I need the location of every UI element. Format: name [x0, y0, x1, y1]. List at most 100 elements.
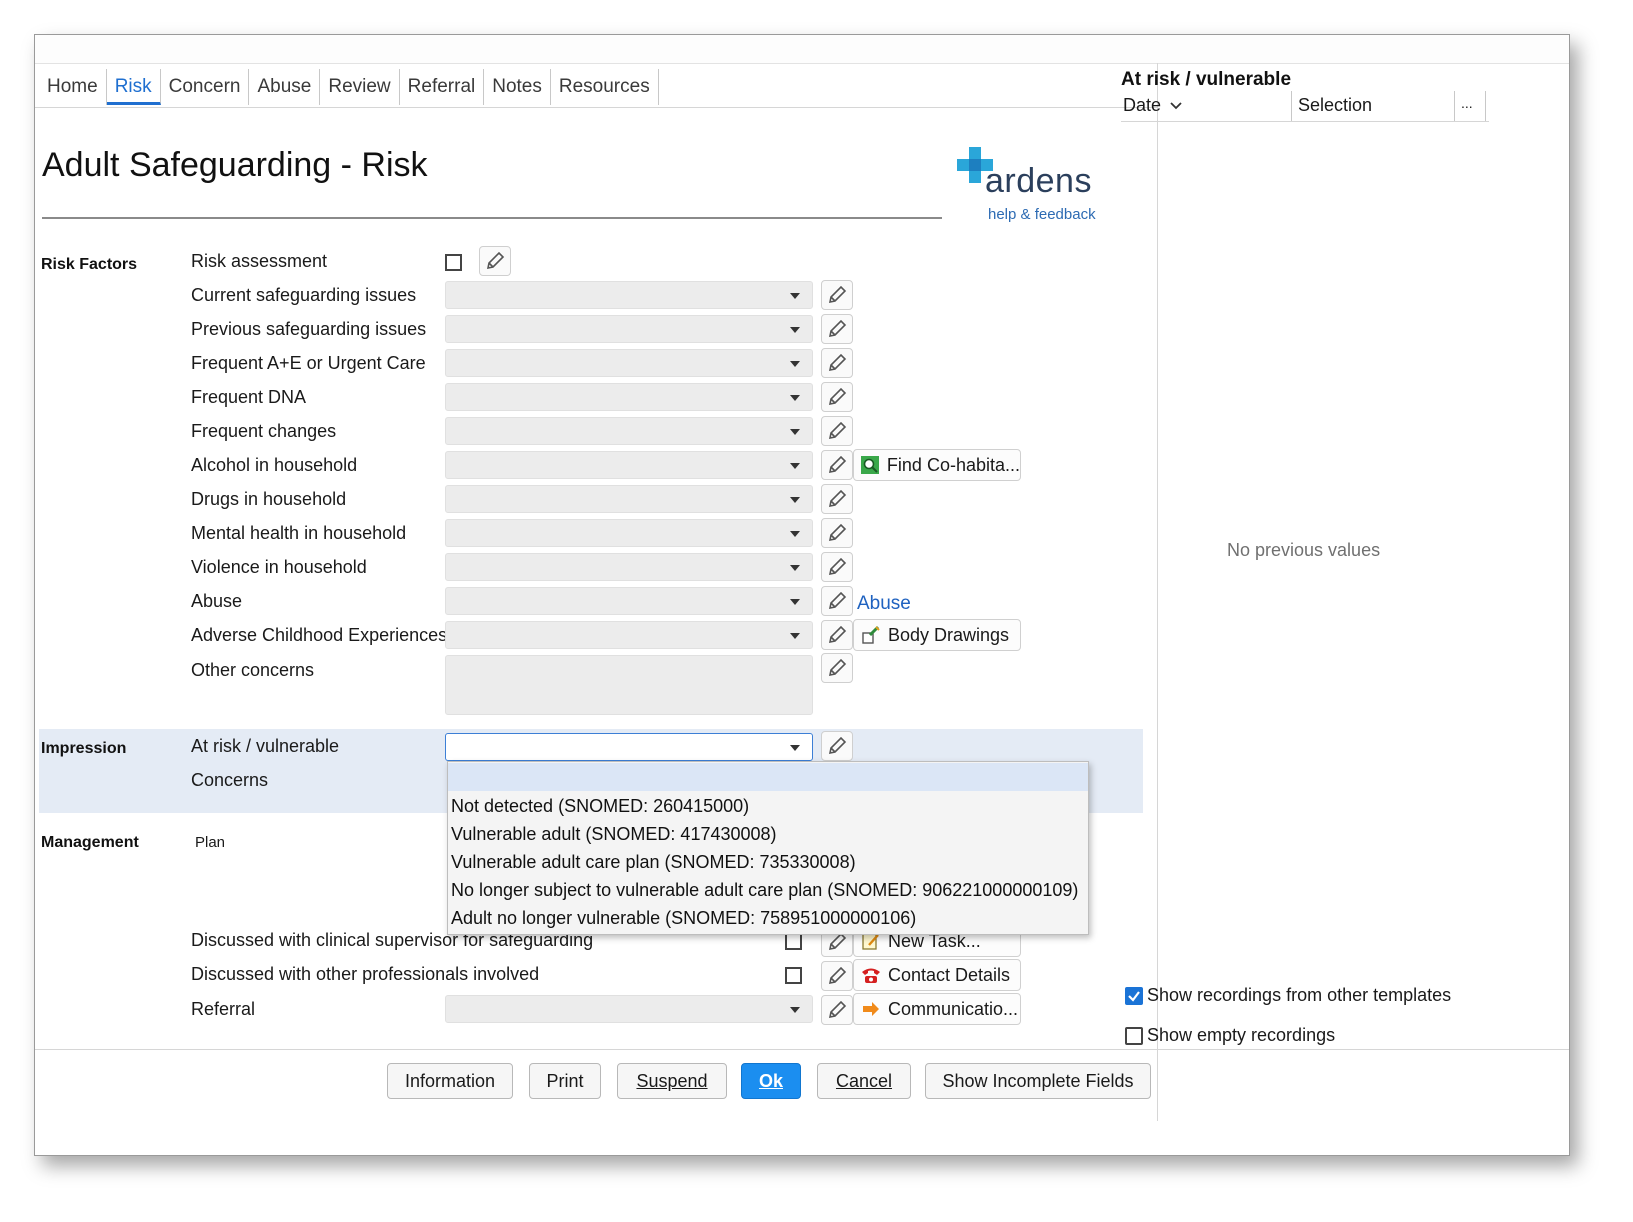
more-columns-button[interactable]: ... — [1461, 95, 1473, 111]
frequent-changes-label: Frequent changes — [191, 421, 337, 441]
risk-assessment-label: Risk assessment — [191, 251, 328, 271]
referral-label: Referral — [191, 999, 256, 1019]
pencil-icon — [828, 736, 847, 755]
alcohol-in-household-edit-button[interactable] — [821, 450, 853, 480]
tab-referral[interactable]: Referral — [400, 69, 485, 105]
footer-bar — [35, 1049, 1569, 1122]
chevron-down-icon — [790, 463, 800, 469]
chevron-down-icon — [790, 361, 800, 367]
dropdown-option-not-detected[interactable]: Not detected (SNOMED: 260415000) — [448, 792, 1088, 820]
risk-assessment-edit-button[interactable] — [479, 246, 511, 276]
at-risk-combobox[interactable] — [445, 733, 813, 761]
tab-abuse[interactable]: Abuse — [249, 69, 321, 105]
contact-details-label: Contact Details — [888, 964, 1011, 985]
pencil-icon — [828, 658, 847, 677]
show-empty-recordings-checkbox[interactable] — [1125, 1027, 1143, 1045]
at-risk-edit-button[interactable] — [821, 731, 853, 761]
pencil-icon — [828, 523, 847, 542]
previous-safeguarding-issues-edit-button[interactable] — [821, 314, 853, 344]
find-cohabitants-button[interactable]: Find Co-habita... — [853, 449, 1021, 481]
information-button[interactable]: Information — [387, 1063, 513, 1099]
dropdown-option-no-longer-vulnerable[interactable]: Adult no longer vulnerable (SNOMED: 7589… — [448, 904, 1088, 932]
at-risk-label: At risk / vulnerable — [191, 736, 340, 756]
frequent-a-e-or-urgent-care-label: Frequent A+E or Urgent Care — [191, 353, 426, 373]
date-column-header[interactable]: Date — [1123, 95, 1182, 116]
frequent-a-e-or-urgent-care-combobox[interactable] — [445, 349, 813, 377]
frequent-changes-combobox[interactable] — [445, 417, 813, 445]
dropdown-option-care-plan[interactable]: Vulnerable adult care plan (SNOMED: 7353… — [448, 848, 1088, 876]
tab-concern[interactable]: Concern — [161, 69, 250, 105]
dropdown-option-no-longer-subject[interactable]: No longer subject to vulnerable adult ca… — [448, 876, 1088, 904]
dropdown-option-vulnerable-adult[interactable]: Vulnerable adult (SNOMED: 417430008) — [448, 820, 1088, 848]
concerns-label: Concerns — [191, 770, 269, 790]
ok-button[interactable]: Ok — [741, 1063, 801, 1099]
print-button[interactable]: Print — [529, 1063, 601, 1099]
frequent-dna-combobox[interactable] — [445, 383, 813, 411]
selection-column-header[interactable]: Selection — [1298, 95, 1372, 116]
previous-safeguarding-issues-combobox[interactable] — [445, 315, 813, 343]
alcohol-in-household-label: Alcohol in household — [191, 455, 358, 475]
chevron-down-icon — [1170, 102, 1182, 110]
violence-in-household-edit-button[interactable] — [821, 552, 853, 582]
other-concerns-edit-button[interactable] — [821, 653, 853, 683]
find-people-icon — [860, 454, 881, 476]
communication-button[interactable]: Communicatio... — [853, 993, 1021, 1025]
frequent-a-e-or-urgent-care-edit-button[interactable] — [821, 348, 853, 378]
referral-combobox[interactable] — [445, 995, 813, 1023]
section-management: Management — [41, 834, 139, 851]
section-risk-factors: Risk Factors — [41, 256, 138, 273]
cancel-button[interactable]: Cancel — [817, 1063, 911, 1099]
current-safeguarding-issues-edit-button[interactable] — [821, 280, 853, 310]
tab-notes[interactable]: Notes — [484, 69, 551, 105]
contact-details-button[interactable]: Contact Details — [853, 959, 1021, 991]
chevron-down-icon — [790, 531, 800, 537]
body-drawings-button[interactable]: Body Drawings — [853, 619, 1021, 651]
frequent-dna-edit-button[interactable] — [821, 382, 853, 412]
risk-assessment-checkbox[interactable] — [445, 254, 462, 271]
adverse-childhood-experiences-edit-button[interactable] — [821, 620, 853, 650]
current-safeguarding-issues-combobox[interactable] — [445, 281, 813, 309]
chevron-down-icon — [790, 565, 800, 571]
chevron-down-icon — [790, 293, 800, 299]
mental-health-in-household-edit-button[interactable] — [821, 518, 853, 548]
discussed-others-edit-button[interactable] — [821, 961, 853, 991]
referral-edit-button[interactable] — [821, 995, 853, 1025]
discussed-others-label: Discussed with other professionals invol… — [191, 964, 540, 984]
drugs-in-household-combobox[interactable] — [445, 485, 813, 513]
alcohol-in-household-combobox[interactable] — [445, 451, 813, 479]
show-other-templates-checkbox[interactable] — [1125, 987, 1143, 1005]
abuse-combobox[interactable] — [445, 587, 813, 615]
ok-label: Ok — [758, 1070, 783, 1091]
find-cohabitants-label: Find Co-habita... — [886, 454, 1020, 475]
abuse-edit-button[interactable] — [821, 586, 853, 616]
dropdown-option-blank[interactable] — [448, 763, 1088, 791]
chevron-down-icon — [790, 745, 800, 751]
column-divider — [1454, 91, 1455, 121]
other-concerns-label: Other concerns — [191, 660, 315, 680]
date-column-label: Date — [1123, 95, 1162, 115]
abuse-link[interactable]: Abuse — [857, 593, 911, 615]
show-incomplete-fields-button[interactable]: Show Incomplete Fields — [925, 1063, 1151, 1099]
tab-home[interactable]: Home — [39, 69, 107, 105]
mental-health-in-household-combobox[interactable] — [445, 519, 813, 547]
pencil-icon — [828, 319, 847, 338]
adverse-childhood-experiences-combobox[interactable] — [445, 621, 813, 649]
body-drawings-icon — [860, 624, 882, 646]
tab-risk[interactable]: Risk — [106, 69, 161, 105]
template-window: Home Risk Concern Abuse Review Referral … — [34, 34, 1570, 1156]
violence-in-household-combobox[interactable] — [445, 553, 813, 581]
other-concerns-textarea[interactable] — [445, 655, 813, 715]
tab-review[interactable]: Review — [320, 69, 400, 105]
frequent-changes-edit-button[interactable] — [821, 416, 853, 446]
show-other-templates-label: Show recordings from other templates — [1147, 985, 1452, 1005]
show-empty-recordings-label: Show empty recordings — [1147, 1025, 1336, 1045]
drugs-in-household-edit-button[interactable] — [821, 484, 853, 514]
current-safeguarding-issues-label: Current safeguarding issues — [191, 285, 417, 305]
help-feedback-link[interactable]: help & feedback — [988, 206, 1096, 223]
discussed-supervisor-checkbox[interactable] — [785, 933, 802, 950]
pencil-icon — [828, 421, 847, 440]
plan-label: Plan — [195, 834, 226, 851]
tab-resources[interactable]: Resources — [551, 69, 659, 105]
suspend-button[interactable]: Suspend — [617, 1063, 727, 1099]
discussed-others-checkbox[interactable] — [785, 967, 802, 984]
